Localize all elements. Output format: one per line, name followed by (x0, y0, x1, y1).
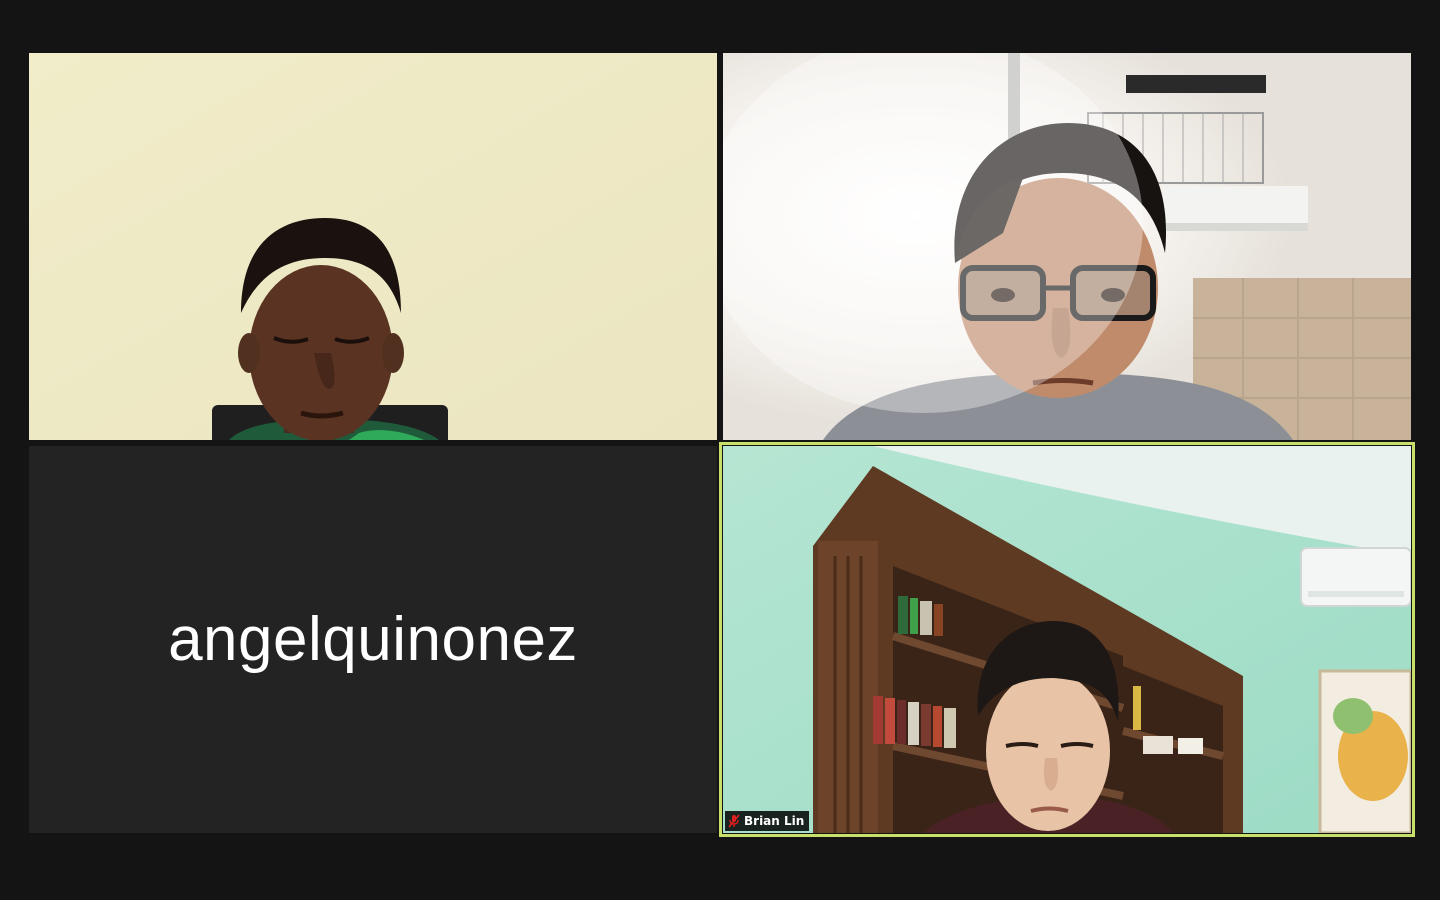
participant-tile-1[interactable] (29, 53, 717, 440)
participant-video-2 (723, 53, 1411, 440)
participant-tile-3[interactable]: angelquinonez (29, 446, 717, 833)
participant-tile-2[interactable] (723, 53, 1411, 440)
gallery-view: angelquinonez Brian Lin (0, 0, 1440, 900)
participant-name-center: angelquinonez (168, 605, 578, 674)
participant-tile-4[interactable]: Brian Lin (723, 446, 1411, 833)
participant-name-label: Brian Lin (725, 811, 810, 831)
mic-muted-icon (728, 814, 740, 828)
participant-name-text: Brian Lin (744, 814, 805, 828)
participant-video-1 (29, 53, 717, 440)
participant-video-4 (723, 446, 1411, 833)
